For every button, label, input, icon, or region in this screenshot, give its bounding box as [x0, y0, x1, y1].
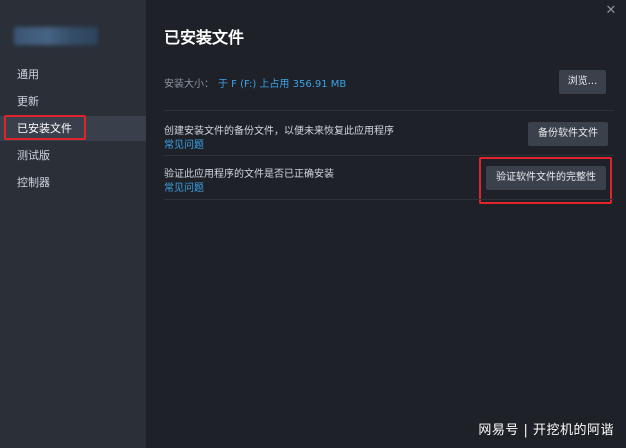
watermark: 网易号 | 开挖机的阿谐: [478, 423, 614, 438]
sidebar-item-general[interactable]: 通用: [0, 62, 146, 87]
backup-description: 创建安装文件的备份文件，以便未来恢复此应用程序: [164, 126, 394, 137]
verify-faq-link[interactable]: 常见问题: [164, 179, 204, 194]
highlight-box: [479, 157, 612, 204]
sidebar-item-installed-files[interactable]: 已安装文件: [0, 115, 146, 141]
verify-description: 验证此应用程序的文件是否已正确安装: [164, 169, 334, 180]
sidebar-item-betas[interactable]: 测试版: [0, 143, 146, 168]
sidebar-item-updates[interactable]: 更新: [0, 89, 146, 114]
main-panel: ✕ 已安装文件 安装大小： 于 F (F:) 上占用 356.91 MB 浏览.…: [146, 0, 626, 448]
sidebar-item-controller[interactable]: 控制器: [0, 170, 146, 195]
app-logo-blurred: [14, 27, 98, 45]
backup-files-button[interactable]: 备份软件文件: [528, 122, 608, 146]
sidebar-item-label: 更新: [17, 95, 39, 108]
sidebar: 通用 更新 已安装文件 测试版 控制器: [0, 0, 146, 448]
backup-faq-link[interactable]: 常见问题: [164, 136, 204, 151]
divider: [164, 110, 614, 111]
sidebar-item-label: 控制器: [17, 176, 50, 189]
browse-button[interactable]: 浏览...: [559, 70, 606, 94]
sidebar-item-label: 通用: [17, 68, 39, 81]
install-size-label: 安装大小：: [164, 79, 214, 90]
sidebar-nav: 通用 更新 已安装文件 测试版 控制器: [0, 62, 146, 197]
sidebar-item-label: 测试版: [17, 149, 50, 162]
close-icon[interactable]: ✕: [604, 4, 618, 18]
divider: [164, 155, 614, 156]
divider: [164, 199, 614, 200]
install-size-value: 于 F (F:) 上占用 356.91 MB: [218, 79, 347, 90]
highlight-box: [4, 115, 86, 140]
page-title: 已安装文件: [164, 28, 245, 47]
